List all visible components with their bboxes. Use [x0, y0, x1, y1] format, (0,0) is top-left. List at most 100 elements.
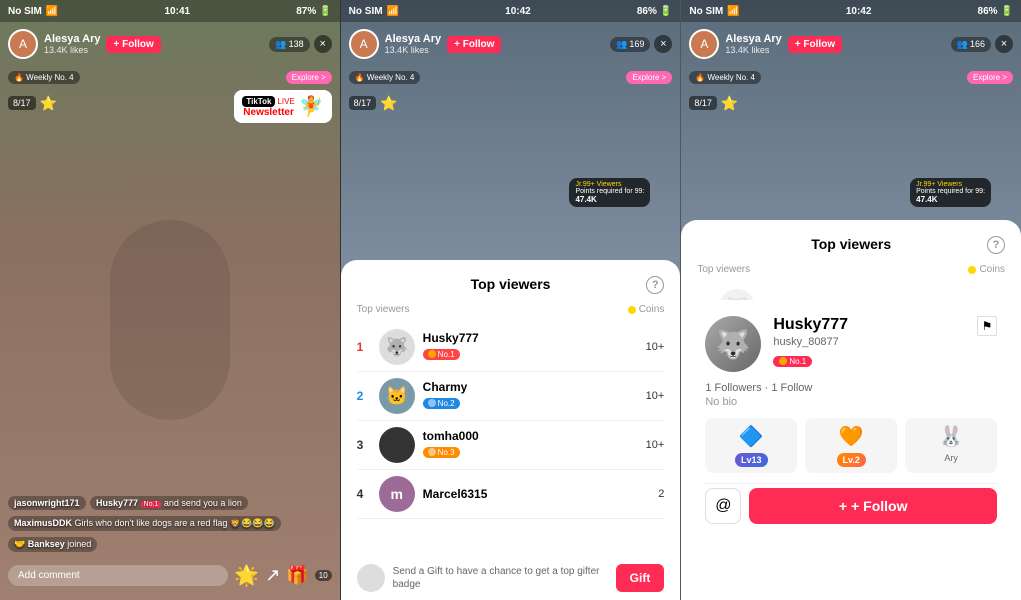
panel-title-2: Top viewers ?: [357, 276, 665, 292]
weekly-bar-3: 🔥 Weekly No. 4 Explore >: [681, 66, 1021, 88]
top-right-1: 👥 138 ×: [269, 35, 331, 53]
follow-label: + Follow: [851, 498, 907, 514]
user-info-1: A Alesya Ary 13.4K likes + Follow: [8, 29, 161, 59]
top-viewers-panel: Top viewers ? Top viewers Coins 1 🐺 Husk…: [341, 260, 681, 600]
help-icon-3[interactable]: ?: [987, 236, 1005, 254]
rank-num-4: 4: [357, 487, 371, 501]
follow-button-2[interactable]: + Follow: [447, 36, 501, 53]
top-viewers-panel-3: Top viewers ? Top viewers Coins 1 🐺 Husk…: [681, 220, 1021, 600]
likes-3: 13.4K likes: [725, 45, 781, 55]
badge-row: 🔷 Lv13 🧡 Lv.2 🐰 Ary: [705, 418, 997, 473]
chat-user-4: Banksey: [28, 539, 65, 549]
weekly-bar-2: 🔥 Weekly No. 4 Explore >: [341, 66, 681, 88]
time-2: 10:42: [505, 6, 531, 17]
panel-title-3: Top viewers ?: [697, 236, 1005, 252]
viewer-name-2: Charmy: [423, 380, 638, 394]
badge-circle-2: [428, 399, 436, 407]
profile-info: Husky777 husky_80877 No.1: [773, 316, 965, 370]
count-badge: 10: [315, 570, 332, 581]
close-btn-3[interactable]: ×: [995, 35, 1013, 53]
rank-bar-3: 8/17 ⭐ Jr.99+ Viewers Points required fo…: [681, 88, 1021, 118]
chat-user-2: Husky777: [96, 498, 138, 508]
user-details-1: Alesya Ary 13.4K likes: [44, 33, 100, 55]
viewer-row-3[interactable]: 3 tomha000 No.3 10+: [357, 421, 665, 470]
subscribe-icon[interactable]: 🌟: [234, 563, 259, 588]
close-btn-2[interactable]: ×: [654, 35, 672, 53]
close-btn-1[interactable]: ×: [314, 35, 332, 53]
viewer-icon-2: 👥: [616, 39, 627, 50]
star-icon-2: ⭐: [380, 95, 397, 112]
chat-messages-1: jasonwright171 Husky777 No.1 and send yo…: [8, 493, 332, 555]
viewer-row-1[interactable]: 1 🐺 Husky777 No.1 10+: [357, 323, 665, 372]
status-bar-3: No SIM 📶 10:42 86% 🔋: [681, 0, 1021, 22]
rank-num-2: 2: [357, 389, 371, 403]
chat-badge-2: No.1: [141, 501, 162, 508]
no1-circle: [779, 357, 787, 365]
chat-text-2: and send you a lion: [164, 498, 242, 508]
newsletter-text: Newsletter: [243, 107, 294, 118]
battery-icon-2: 🔋: [660, 6, 672, 17]
top-overlay-1: A Alesya Ary 13.4K likes + Follow 👥 138 …: [0, 22, 340, 66]
carrier-1: No SIM: [8, 6, 42, 17]
rank-num-1: 1: [357, 340, 371, 354]
avatar-1: A: [8, 29, 38, 59]
badge-circle-3: [428, 448, 436, 456]
profile-actions: @ + + Follow: [705, 488, 997, 524]
panel-header-2: Top viewers Coins: [357, 304, 665, 315]
explore-btn-3[interactable]: Explore >: [967, 71, 1013, 84]
carrier-2: No SIM: [349, 6, 383, 17]
wifi-icon: 📶: [46, 6, 58, 17]
rank-num-3: 3: [357, 438, 371, 452]
badge-item-2: 🧡 Lv.2: [805, 418, 897, 473]
bottom-avatar: [357, 564, 385, 592]
weekly-badge-1: 🔥 Weekly No. 4: [8, 71, 80, 84]
viewer-row-2[interactable]: 2 🐱 Charmy No.2 10+: [357, 372, 665, 421]
profile-stats: 1 Followers · 1 Follow: [705, 382, 997, 394]
username-2: Alesya Ary: [385, 33, 441, 45]
gift-text: Send a Gift to have a chance to get a to…: [393, 565, 608, 591]
bottom-input-row: Send a Gift to have a chance to get a to…: [341, 556, 681, 600]
status-left-1: No SIM 📶: [8, 6, 58, 17]
profile-big-avatar: 🐺: [705, 316, 761, 372]
gift-icon[interactable]: 🎁: [286, 565, 308, 586]
tiktok-badge: TikTok: [242, 96, 275, 107]
viewer-name-wrap-4: Marcel6315: [423, 487, 651, 501]
flag-icon: ⚑: [977, 316, 997, 336]
help-icon-2[interactable]: ?: [646, 276, 664, 294]
chat-text-4: joined: [67, 539, 91, 549]
profile-no1-badge: No.1: [773, 356, 812, 367]
viewer-avatar-3: [379, 427, 415, 463]
weekly-badge-3: 🔥 Weekly No. 4: [689, 71, 761, 84]
newsletter-banner[interactable]: TikTok LIVE Newsletter 🧚: [234, 90, 331, 123]
share-icon[interactable]: ↗: [265, 565, 280, 586]
username-1: Alesya Ary: [44, 33, 100, 45]
explore-btn-1[interactable]: Explore >: [286, 71, 332, 84]
follow-button-1[interactable]: + Follow: [106, 36, 160, 53]
chat-text-3: Girls who don't like dogs are a red flag…: [75, 518, 275, 528]
follow-button-3[interactable]: + Follow: [788, 36, 842, 53]
viewer-avatar-1: 🐺: [379, 329, 415, 365]
time-1: 10:41: [164, 6, 190, 17]
battery-1: 87%: [296, 6, 316, 17]
chat-user-1: jasonwright171: [14, 498, 80, 508]
weekly-bar-1: 🔥 Weekly No. 4 Explore >: [0, 66, 340, 88]
top-overlay-3: A Alesya Ary 13.4K likes + Follow 👥 166 …: [681, 22, 1021, 66]
gift-button[interactable]: Gift: [616, 564, 665, 592]
avatar-3: A: [689, 29, 719, 59]
at-button[interactable]: @: [705, 488, 741, 524]
explore-btn-2[interactable]: Explore >: [626, 71, 672, 84]
viewer-badge-no1: No.1: [423, 349, 460, 360]
user-info-3: A Alesya Ary 13.4K likes + Follow: [689, 29, 842, 59]
profile-handle: husky_80877: [773, 336, 965, 348]
comment-input-1[interactable]: Add comment: [8, 565, 228, 586]
badge-icon-3: 🐰: [939, 424, 964, 449]
viewer-row-4[interactable]: 4 m Marcel6315 2: [357, 470, 665, 519]
lv-badge-1: Lv13: [735, 453, 768, 467]
big-follow-button[interactable]: + + Follow: [749, 488, 997, 524]
battery-3: 86%: [978, 6, 998, 17]
viewer-count-1: 👥 138: [269, 37, 309, 52]
chat-msg-1: jasonwright171: [8, 496, 86, 510]
profile-name: Husky777: [773, 316, 965, 334]
badge-icon-1: 🔷: [739, 424, 764, 449]
star-icon-3: ⭐: [721, 95, 738, 112]
